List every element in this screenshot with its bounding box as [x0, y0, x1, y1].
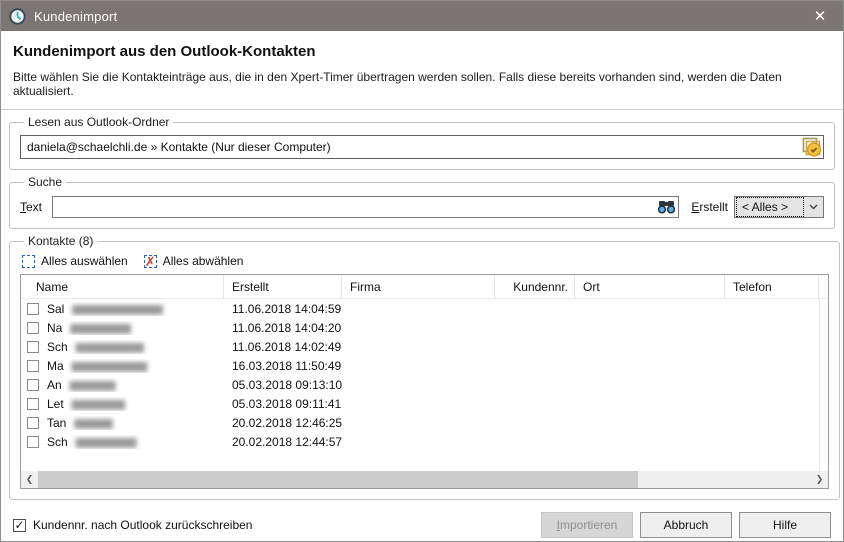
outlook-folder-field[interactable] [20, 135, 824, 159]
page-title: Kundenimport aus den Outlook-Kontakten [13, 43, 831, 60]
table-row[interactable]: Tan▆▆▆▆▆ 20.02.2018 12:46:25 [21, 413, 828, 432]
row-checkbox[interactable] [27, 322, 39, 334]
row-checkbox[interactable] [27, 436, 39, 448]
close-button[interactable]: ✕ [803, 1, 837, 31]
writeback-label: Kundennr. nach Outlook zurückschreiben [33, 518, 252, 532]
created-filter-dropdown[interactable]: < Alles > [734, 196, 824, 218]
table-header: Name Erstellt Firma Kundennr. Ort Telefo… [21, 275, 828, 299]
scroll-right-arrow-icon[interactable]: ❯ [811, 471, 828, 488]
table-row[interactable]: Na▆▆▆▆▆▆▆▆ 11.06.2018 14:04:20 [21, 318, 828, 337]
row-checkbox[interactable] [27, 417, 39, 429]
search-input[interactable] [52, 196, 679, 218]
horizontal-scrollbar[interactable]: ❮ ❯ [21, 471, 828, 488]
created-cell: 11.06.2018 14:02:49 [224, 340, 342, 354]
outlook-folder-picker-button[interactable] [800, 136, 823, 158]
chevron-down-icon [803, 204, 823, 210]
table-row[interactable]: Let▆▆▆▆▆▆▆ 05.03.2018 09:11:41 [21, 394, 828, 413]
search-group-label: Suche [24, 175, 66, 189]
column-header-customer-no[interactable]: Kundennr. [495, 275, 575, 299]
row-checkbox[interactable] [27, 303, 39, 315]
deselect-all-button[interactable]: ✗ Alles abwählen [144, 254, 244, 268]
redacted-name: ▆▆▆▆▆▆▆▆ [70, 321, 130, 334]
created-label: Erstellt [691, 200, 728, 214]
scroll-left-arrow-icon[interactable]: ❮ [21, 471, 38, 488]
contacts-group: Kontakte (8) Alles auswählen ✗ Alles abw… [9, 234, 840, 500]
table-row[interactable]: Ma▆▆▆▆▆▆▆▆▆▆ 16.03.2018 11:50:49 [21, 356, 828, 375]
created-filter-value: < Alles > [737, 198, 803, 216]
dialog-header: Kundenimport aus den Outlook-Kontakten B… [1, 31, 843, 110]
created-cell: 11.06.2018 14:04:59 [224, 302, 342, 316]
column-header-spacer [819, 275, 828, 299]
help-button[interactable]: Hilfe [739, 512, 831, 538]
window-title: Kundenimport [34, 9, 795, 24]
contacts-toolbar: Alles auswählen ✗ Alles abwählen [22, 254, 829, 268]
select-all-button[interactable]: Alles auswählen [22, 254, 128, 268]
redacted-name: ▆▆▆▆▆ [74, 416, 111, 429]
redacted-name: ▆▆▆▆▆▆▆▆▆ [76, 340, 143, 353]
row-checkbox[interactable] [27, 341, 39, 353]
writeback-checkbox[interactable]: ✓ [13, 519, 26, 532]
table-row[interactable]: An▆▆▆▆▆▆ 05.03.2018 09:13:10 [21, 375, 828, 394]
scrollbar-track[interactable] [38, 471, 811, 488]
outlook-folder-group: Lesen aus Outlook-Ordner [9, 115, 835, 170]
row-checkbox[interactable] [27, 398, 39, 410]
created-cell: 16.03.2018 11:50:49 [224, 359, 342, 373]
table-empty-area [21, 451, 828, 471]
table-row[interactable]: Sch▆▆▆▆▆▆▆▆ 20.02.2018 12:44:57 [21, 432, 828, 451]
cancel-button[interactable]: Abbruch [640, 512, 732, 538]
contacts-table: Name Erstellt Firma Kundennr. Ort Telefo… [20, 274, 829, 489]
column-header-name[interactable]: Name [21, 275, 224, 299]
created-cell: 20.02.2018 12:46:25 [224, 416, 342, 430]
select-all-label: Alles auswählen [41, 254, 128, 268]
search-group: Suche Text Erstellt < Alles > [9, 175, 835, 229]
redacted-name: ▆▆▆▆▆▆▆▆ [76, 435, 136, 448]
check-icon: ✓ [14, 520, 24, 531]
column-header-city[interactable]: Ort [575, 275, 725, 299]
row-checkbox[interactable] [27, 379, 39, 391]
table-row[interactable]: Sch▆▆▆▆▆▆▆▆▆ 11.06.2018 14:02:49 [21, 337, 828, 356]
created-cell: 20.02.2018 12:44:57 [224, 435, 342, 449]
page-description: Bitte wählen Sie die Kontakteinträge aus… [13, 70, 831, 98]
dialog-footer: ✓ Kundennr. nach Outlook zurückschreiben… [13, 512, 831, 538]
deselect-all-label: Alles abwählen [163, 254, 244, 268]
outlook-folder-group-label: Lesen aus Outlook-Ordner [24, 115, 173, 129]
contacts-group-label: Kontakte (8) [24, 234, 97, 248]
column-header-phone[interactable]: Telefon [725, 275, 819, 299]
redacted-name: ▆▆▆▆▆▆▆▆▆▆ [72, 359, 147, 372]
redacted-name: ▆▆▆▆▆▆ [70, 378, 115, 391]
titlebar: Kundenimport ✕ [1, 1, 843, 31]
binoculars-icon[interactable] [658, 200, 675, 214]
empty-checkbox-icon [22, 255, 35, 268]
redacted-name: ▆▆▆▆▆▆▆ [72, 397, 124, 410]
table-row[interactable]: Sal▆▆▆▆▆▆▆▆▆▆▆▆ 11.06.2018 14:04:59 [21, 299, 828, 318]
scrollbar-thumb[interactable] [38, 471, 638, 488]
close-icon: ✕ [814, 7, 827, 25]
row-checkbox[interactable] [27, 360, 39, 372]
outlook-icon [802, 137, 822, 158]
text-label: Text [20, 200, 42, 214]
kundenimport-dialog: Kundenimport ✕ Kundenimport aus den Outl… [0, 0, 844, 542]
red-x-checkbox-icon: ✗ [144, 255, 157, 268]
created-cell: 05.03.2018 09:11:41 [224, 397, 342, 411]
xpert-timer-clock-icon [9, 8, 26, 25]
column-header-company[interactable]: Firma [342, 275, 495, 299]
created-cell: 11.06.2018 14:04:20 [224, 321, 342, 335]
column-header-created[interactable]: Erstellt [224, 275, 342, 299]
import-button[interactable]: Importieren [541, 512, 633, 538]
created-cell: 05.03.2018 09:13:10 [224, 378, 342, 392]
redacted-name: ▆▆▆▆▆▆▆▆▆▆▆▆ [72, 302, 162, 315]
